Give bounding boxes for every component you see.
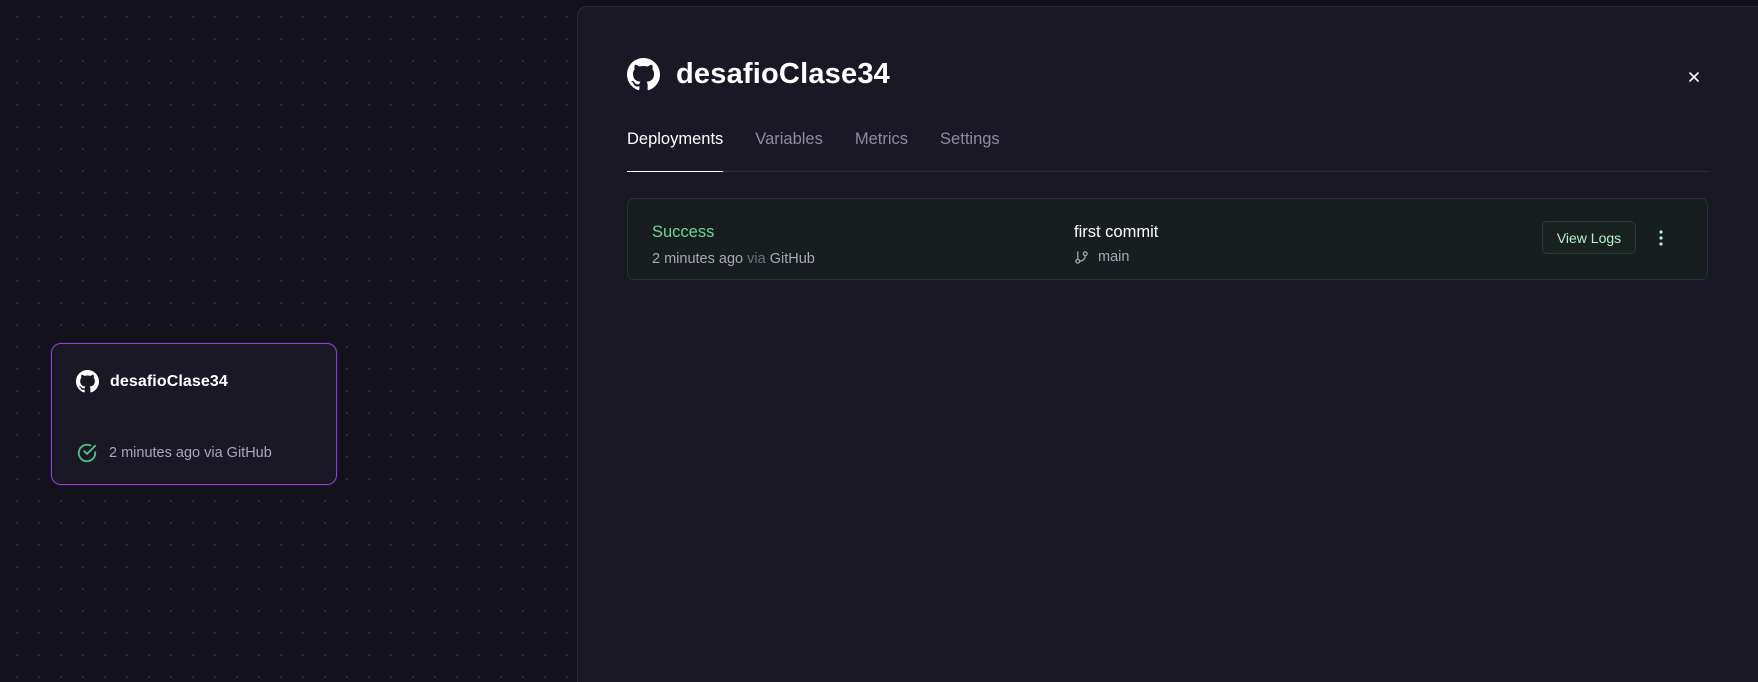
github-icon (76, 370, 99, 393)
service-card-status: 2 minutes ago via GitHub (76, 442, 272, 464)
more-vertical-icon (1658, 229, 1664, 247)
tab-metrics[interactable]: Metrics (855, 119, 908, 171)
tab-variables[interactable]: Variables (755, 119, 823, 171)
close-icon (1688, 71, 1700, 83)
tab-deployments[interactable]: Deployments (627, 119, 724, 172)
commit-message: first commit (1074, 223, 1159, 241)
git-branch-icon (1074, 250, 1089, 265)
branch-name: main (1098, 249, 1130, 265)
service-card-header: desafioClase34 (76, 370, 228, 393)
deployment-status: Success (652, 223, 715, 241)
deployment-source: GitHub (769, 251, 815, 267)
deployment-via: via (747, 251, 766, 267)
service-card[interactable]: desafioClase34 2 minutes ago via GitHub (51, 343, 337, 485)
deployment-row[interactable]: Success 2 minutes ago via GitHub first c… (627, 198, 1708, 280)
github-icon (627, 58, 660, 91)
panel-header: desafioClase34 (627, 58, 890, 91)
deployment-time: 2 minutes ago (652, 251, 744, 267)
check-circle-icon (76, 442, 98, 464)
panel-title: desafioClase34 (676, 58, 890, 90)
view-logs-button[interactable]: View Logs (1542, 221, 1636, 254)
more-options-button[interactable] (1655, 226, 1667, 250)
service-card-title: desafioClase34 (110, 372, 228, 390)
service-card-status-text: 2 minutes ago via GitHub (109, 445, 272, 461)
branch-info: main (1074, 249, 1129, 265)
service-detail-panel: desafioClase34 Deployments Variables Met… (577, 6, 1758, 682)
deployment-meta: 2 minutes ago via GitHub (652, 251, 815, 267)
tab-settings[interactable]: Settings (940, 119, 1000, 171)
close-button[interactable] (1682, 65, 1706, 89)
panel-tabs: Deployments Variables Metrics Settings (627, 119, 1709, 172)
